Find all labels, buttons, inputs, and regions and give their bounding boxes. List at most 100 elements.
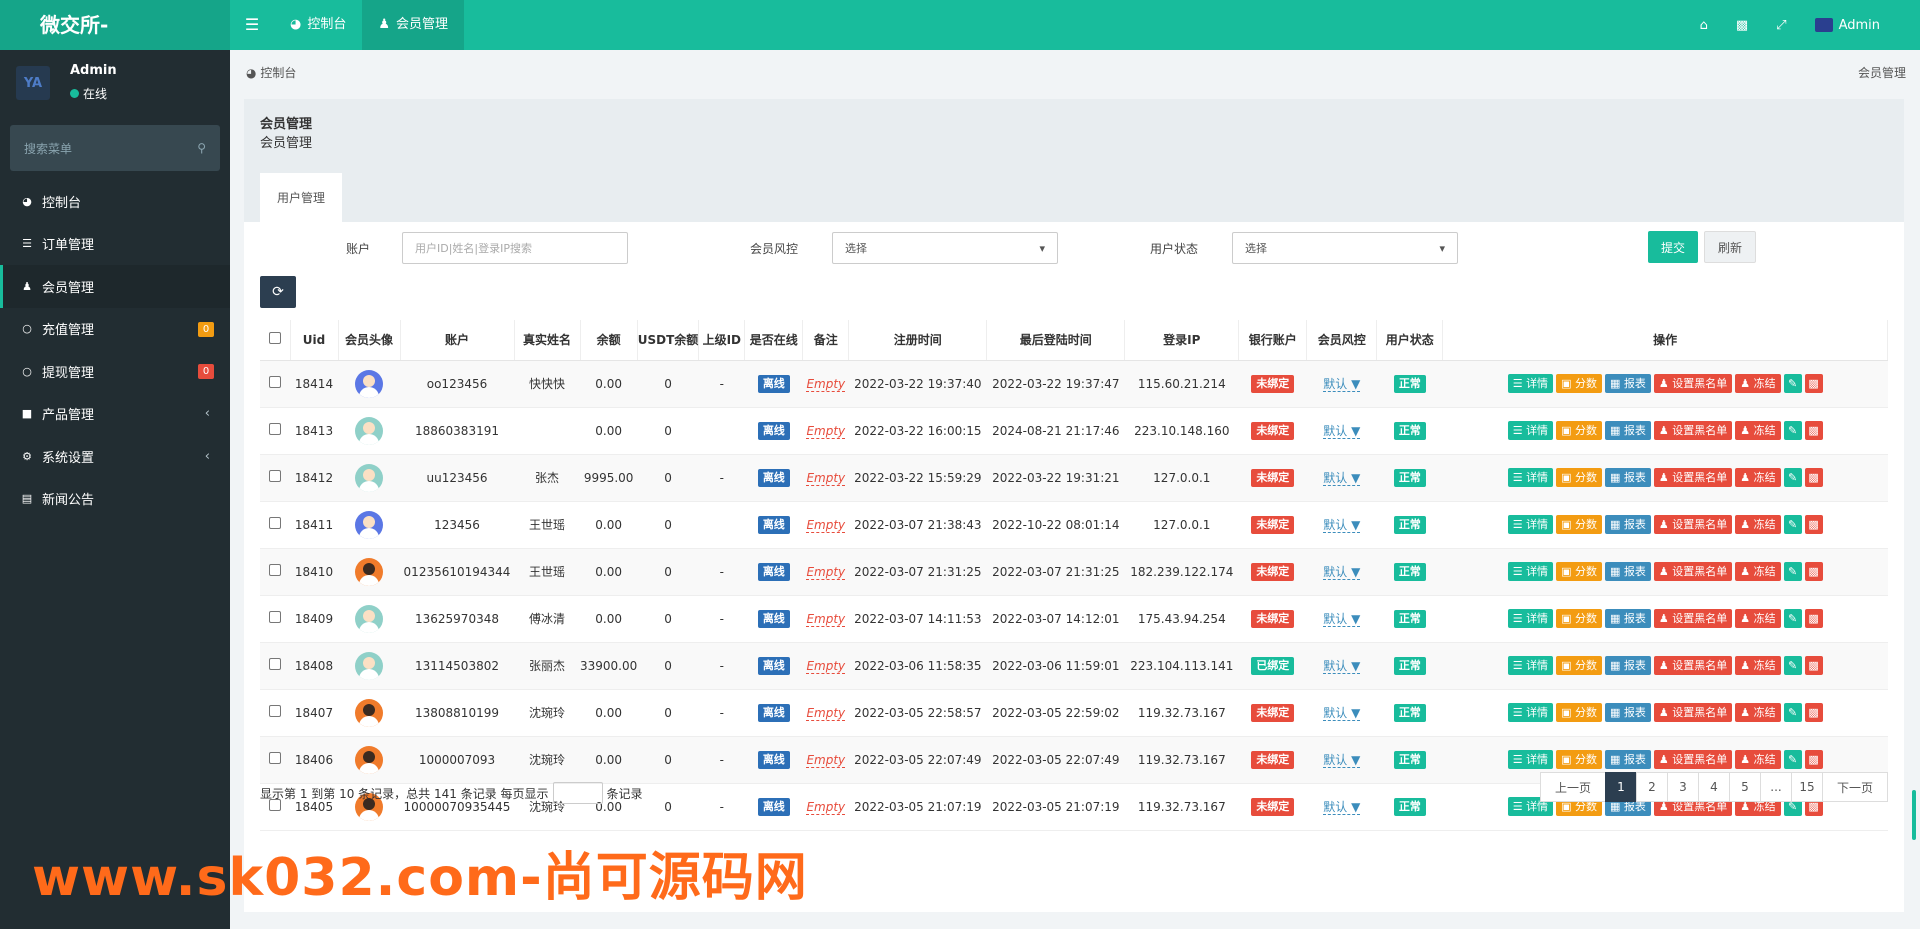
avatar[interactable]: [355, 510, 383, 539]
refresh-icon[interactable]: ⟳: [260, 276, 296, 308]
page-5-button[interactable]: 5: [1729, 772, 1761, 802]
note-editable[interactable]: Empty: [806, 470, 846, 486]
risk-select[interactable]: 选择 ▾: [832, 232, 1058, 264]
note-editable[interactable]: Empty: [806, 564, 846, 580]
score-button[interactable]: ▣ 分数: [1556, 750, 1602, 769]
col-last-login[interactable]: 最后登陆时间: [986, 320, 1126, 361]
report-button[interactable]: ▦ 报表: [1604, 468, 1651, 487]
detail-button[interactable]: ☰ 详情: [1507, 421, 1554, 440]
row-checkbox[interactable]: [260, 501, 290, 549]
risk-dropdown[interactable]: 默认 ▼: [1323, 377, 1361, 392]
edit-icon[interactable]: ✎: [1783, 515, 1802, 534]
submit-button[interactable]: 提交: [1648, 231, 1698, 263]
delete-icon[interactable]: ▩: [1804, 703, 1823, 722]
sidebar-item-members[interactable]: ♟ 会员管理: [0, 265, 230, 308]
report-button[interactable]: ▦ 报表: [1604, 750, 1651, 769]
edit-icon[interactable]: ✎: [1783, 468, 1802, 487]
risk-dropdown[interactable]: 默认 ▼: [1323, 424, 1361, 439]
app-logo[interactable]: 微交所-: [0, 0, 230, 50]
page-size-select[interactable]: [552, 782, 603, 804]
report-button[interactable]: ▦ 报表: [1604, 515, 1651, 534]
avatar[interactable]: [355, 651, 383, 680]
score-button[interactable]: ▣ 分数: [1556, 656, 1602, 675]
tab-dashboard[interactable]: ◕ 控制台: [274, 0, 362, 50]
note-editable[interactable]: Empty: [806, 799, 846, 815]
risk-dropdown[interactable]: 默认 ▼: [1323, 706, 1361, 721]
row-checkbox[interactable]: [260, 454, 290, 502]
score-button[interactable]: ▣ 分数: [1556, 468, 1602, 487]
edit-icon[interactable]: ✎: [1783, 421, 1802, 440]
freeze-button[interactable]: ♟ 冻结: [1735, 703, 1781, 722]
status-select[interactable]: 选择 ▾: [1232, 232, 1458, 264]
blacklist-button[interactable]: ♟ 设置黑名单: [1653, 421, 1733, 440]
page-4-button[interactable]: 4: [1698, 772, 1730, 802]
blacklist-button[interactable]: ♟ 设置黑名单: [1653, 703, 1733, 722]
row-checkbox[interactable]: [260, 736, 290, 784]
edit-icon[interactable]: ✎: [1783, 703, 1802, 722]
report-button[interactable]: ▦ 报表: [1604, 374, 1651, 393]
sidebar-item-recharge[interactable]: ○ 充值管理 0: [0, 308, 230, 351]
delete-icon[interactable]: ▩: [1804, 609, 1823, 628]
sidebar-item-settings[interactable]: ⚙ 系统设置 ‹: [0, 435, 230, 478]
page-1-button[interactable]: 1: [1605, 772, 1637, 802]
blacklist-button[interactable]: ♟ 设置黑名单: [1653, 374, 1733, 393]
sidebar-item-withdraw[interactable]: ○ 提现管理 0: [0, 350, 230, 393]
blacklist-button[interactable]: ♟ 设置黑名单: [1653, 656, 1733, 675]
note-editable[interactable]: Empty: [806, 517, 846, 533]
breadcrumb[interactable]: ◕ 控制台: [246, 64, 296, 81]
trash-icon[interactable]: ▩: [1722, 0, 1762, 50]
report-button[interactable]: ▦ 报表: [1604, 656, 1651, 675]
avatar[interactable]: [355, 745, 383, 774]
blacklist-button[interactable]: ♟ 设置黑名单: [1653, 468, 1733, 487]
note-editable[interactable]: Empty: [806, 376, 846, 392]
row-checkbox[interactable]: [260, 407, 290, 455]
col-balance[interactable]: 余额: [580, 320, 638, 361]
note-editable[interactable]: Empty: [806, 611, 846, 627]
risk-dropdown[interactable]: 默认 ▼: [1323, 565, 1361, 580]
score-button[interactable]: ▣ 分数: [1556, 421, 1602, 440]
next-page-button[interactable]: 下一页: [1822, 772, 1888, 802]
note-editable[interactable]: Empty: [806, 752, 846, 768]
scrollbar[interactable]: [1912, 790, 1916, 840]
score-button[interactable]: ▣ 分数: [1556, 703, 1602, 722]
blacklist-button[interactable]: ♟ 设置黑名单: [1653, 750, 1733, 769]
edit-icon[interactable]: ✎: [1783, 609, 1802, 628]
row-checkbox[interactable]: [260, 689, 290, 737]
col-uid[interactable]: Uid: [290, 320, 339, 361]
delete-icon[interactable]: ▩: [1804, 562, 1823, 581]
delete-icon[interactable]: ▩: [1804, 374, 1823, 393]
freeze-button[interactable]: ♟ 冻结: [1735, 609, 1781, 628]
row-checkbox[interactable]: [260, 642, 290, 690]
select-all-checkbox[interactable]: [260, 320, 291, 361]
note-editable[interactable]: Empty: [806, 705, 846, 721]
report-button[interactable]: ▦ 报表: [1604, 609, 1651, 628]
sidebar-item-orders[interactable]: ☰ 订单管理: [0, 223, 230, 266]
sidebar-item-dashboard[interactable]: ◕ 控制台: [0, 180, 230, 223]
detail-button[interactable]: ☰ 详情: [1507, 656, 1554, 675]
freeze-button[interactable]: ♟ 冻结: [1735, 421, 1781, 440]
report-button[interactable]: ▦ 报表: [1604, 421, 1651, 440]
row-checkbox[interactable]: [260, 548, 290, 596]
row-checkbox[interactable]: [260, 360, 290, 408]
col-usdt[interactable]: USDT余额: [637, 320, 700, 361]
avatar[interactable]: [355, 698, 383, 727]
delete-icon[interactable]: ▩: [1804, 515, 1823, 534]
sidebar-search-input[interactable]: 搜索菜单 ⚲: [10, 125, 220, 171]
row-checkbox[interactable]: [260, 595, 290, 643]
home-icon[interactable]: ⌂: [1686, 0, 1722, 50]
freeze-button[interactable]: ♟ 冻结: [1735, 515, 1781, 534]
delete-icon[interactable]: ▩: [1804, 656, 1823, 675]
score-button[interactable]: ▣ 分数: [1556, 515, 1602, 534]
freeze-button[interactable]: ♟ 冻结: [1735, 750, 1781, 769]
freeze-button[interactable]: ♟ 冻结: [1735, 562, 1781, 581]
risk-dropdown[interactable]: 默认 ▼: [1323, 753, 1361, 768]
risk-dropdown[interactable]: 默认 ▼: [1323, 800, 1361, 815]
report-button[interactable]: ▦ 报表: [1604, 562, 1651, 581]
freeze-button[interactable]: ♟ 冻结: [1735, 468, 1781, 487]
avatar[interactable]: [355, 557, 383, 586]
risk-dropdown[interactable]: 默认 ▼: [1323, 518, 1361, 533]
edit-icon[interactable]: ✎: [1783, 374, 1802, 393]
avatar[interactable]: [355, 416, 383, 445]
report-button[interactable]: ▦ 报表: [1604, 703, 1651, 722]
blacklist-button[interactable]: ♟ 设置黑名单: [1653, 609, 1733, 628]
